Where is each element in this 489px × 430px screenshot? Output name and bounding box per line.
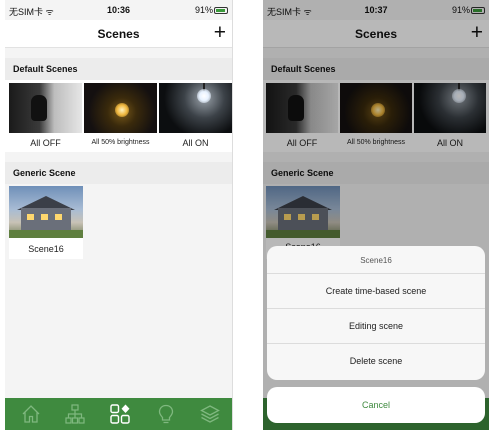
phone-screen-scene-options: 无SIM卡 ᯤ 10:37 91% Scenes + Default Scene…	[263, 0, 489, 430]
status-bar: 无SIM卡 ᯤ 10:36 91%	[5, 0, 232, 20]
cancel-button[interactable]: Cancel	[267, 387, 485, 423]
scene-thumbnail	[159, 83, 232, 133]
bulb-icon	[158, 404, 174, 424]
section-title-generic: Generic Scene	[13, 168, 76, 178]
scene-thumbnail	[84, 83, 157, 133]
tab-layers[interactable]	[199, 403, 221, 425]
scene-thumbnail	[9, 186, 83, 238]
action-sheet-title: Scene16	[267, 246, 485, 274]
section-header-generic: Generic Scene	[5, 162, 232, 184]
scene-label: Scene16	[28, 244, 64, 254]
tab-network[interactable]	[64, 403, 86, 425]
phone-screen-scenes: 无SIM卡 ᯤ 10:36 91% Scenes + Default Scene…	[5, 0, 233, 430]
nav-bar: Scenes +	[5, 20, 232, 48]
tab-home[interactable]	[20, 403, 42, 425]
home-icon	[22, 405, 40, 423]
scene-card-all-on[interactable]: All ON	[159, 83, 232, 149]
scene-thumbnail	[9, 83, 82, 133]
layers-icon	[200, 405, 220, 423]
scene-label: All 50% brightness	[91, 139, 150, 146]
action-sheet: Scene16 Create time-based scene Editing …	[267, 246, 485, 380]
tab-scenes[interactable]	[109, 403, 131, 425]
delete-scene-button[interactable]: Delete scene	[267, 344, 485, 379]
network-icon	[65, 404, 85, 424]
scene-label: All OFF	[30, 138, 61, 148]
page-title: Scenes	[97, 27, 140, 41]
tab-bar	[5, 398, 232, 430]
battery-indicator: 91%	[195, 5, 228, 15]
scene-card-half-brightness[interactable]: All 50% brightness	[84, 83, 157, 149]
create-time-based-scene-button[interactable]: Create time-based scene	[267, 274, 485, 309]
scene-label: All ON	[182, 138, 209, 148]
add-scene-button[interactable]: +	[214, 22, 226, 43]
edit-scene-button[interactable]: Editing scene	[267, 309, 485, 344]
scenes-icon	[110, 404, 130, 424]
battery-icon	[214, 7, 228, 14]
battery-percent: 91%	[194, 5, 213, 15]
default-scenes-row: All OFF All 50% brightness All ON	[5, 80, 232, 152]
scene-card-all-off[interactable]: All OFF	[9, 83, 82, 149]
tab-lights[interactable]	[155, 403, 177, 425]
section-header-default: Default Scenes	[5, 58, 232, 80]
scene-card-scene16[interactable]: Scene16	[9, 186, 83, 259]
section-title-default: Default Scenes	[13, 64, 78, 74]
